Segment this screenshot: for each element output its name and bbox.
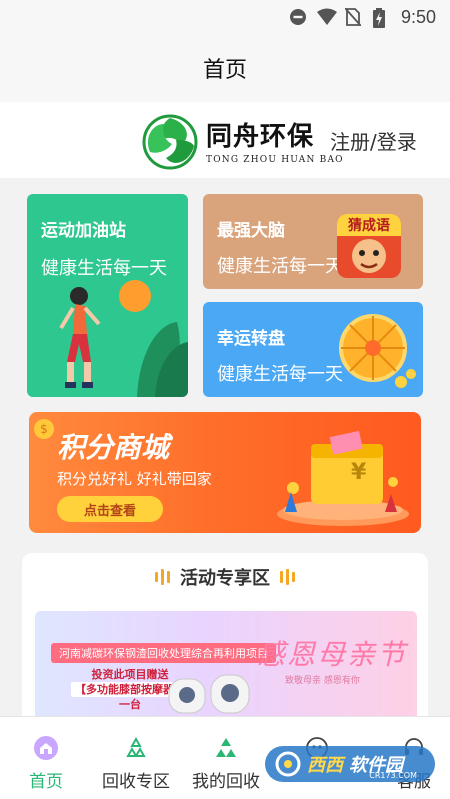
card-subtitle: 健康生活每一天	[217, 364, 343, 385]
clock: 9:50	[400, 6, 436, 27]
card-lucky-wheel[interactable]: 幸运转盘 健康生活每一天	[203, 302, 423, 397]
wallet-illustration-icon	[277, 430, 409, 526]
tab-my-recycle[interactable]: 我的回收	[186, 717, 266, 799]
card-title: 最强大脑	[217, 221, 285, 241]
brand-bar: 同舟环保 TONG ZHOU HUAN BAO 注册/登录	[0, 102, 450, 178]
brand-name-en: TONG ZHOU HUAN BAO	[206, 155, 344, 165]
idiom-game-badge: 猜成语	[337, 214, 401, 278]
currency-symbol: ¥	[351, 460, 367, 485]
brand-name-block: 同舟环保 TONG ZHOU HUAN BAO	[206, 116, 344, 165]
battery-charging-icon	[372, 8, 391, 28]
watermark-part-1: 西西	[307, 755, 343, 776]
svg-text:$: $	[40, 422, 48, 436]
recycle-filled-icon	[213, 735, 239, 761]
site-watermark: 西西 软件园 CR173.COM	[265, 746, 435, 782]
tab-recycle-zone[interactable]: 回收专区	[96, 717, 176, 799]
festival-title: 感恩母亲节	[257, 638, 408, 671]
login-register-link[interactable]: 注册/登录	[330, 126, 417, 155]
card-brain-challenge[interactable]: 最强大脑 健康生活每一天 猜成语	[203, 194, 423, 289]
brand-name: 同舟环保	[206, 122, 315, 152]
section-title: 活动专享区	[180, 568, 270, 589]
tab-label: 我的回收	[192, 772, 260, 792]
no-sim-icon	[344, 7, 363, 27]
decor-bars-right-icon	[280, 569, 295, 585]
lucky-wheel-icon	[339, 314, 416, 388]
brand-logo-icon	[142, 114, 198, 170]
activity-section: 活动专享区 河南减碳环保钢渣回收处理综合再利用项目 投资此项目赠送 【多功能膝部…	[22, 553, 428, 716]
banner-subtitle: 积分兑好礼 好礼带回家	[57, 470, 212, 488]
card-title: 幸运转盘	[217, 329, 285, 349]
card-sport-station[interactable]: 运动加油站 健康生活每一天	[27, 194, 188, 397]
tab-label: 首页	[29, 772, 63, 792]
points-mall-banner[interactable]: $ 积分商城 积分兑好礼 好礼带回家 点击查看 ¥	[29, 412, 421, 533]
watermark-url: CR173.COM	[369, 771, 417, 780]
page-title: 首页	[202, 58, 247, 83]
mothers-day-promo-banner[interactable]: 河南减碳环保钢渣回收处理综合再利用项目 投资此项目赠送 【多功能膝部按摩器】 一…	[35, 611, 417, 716]
view-mall-button[interactable]: 点击查看	[57, 496, 163, 522]
runner-illustration-icon	[59, 280, 188, 397]
decor-bars-left-icon	[155, 569, 170, 585]
home-content: 运动加油站 健康生活每一天 最强大脑 健康生活每一天 猜成语 幸运转盘 健康生活…	[0, 178, 450, 716]
tab-label: 回收专区	[102, 772, 170, 792]
section-header: 活动专享区	[22, 553, 428, 601]
home-icon	[33, 735, 59, 761]
app-header: 首页	[0, 34, 450, 102]
card-subtitle: 健康生活每一天	[217, 256, 343, 277]
monkey-face-icon	[352, 239, 386, 273]
knee-massager-icon	[168, 674, 250, 714]
banner-title: 积分商城	[57, 431, 170, 464]
tab-home[interactable]: 首页	[20, 717, 72, 799]
recycle-icon	[123, 735, 149, 761]
watermark-logo-icon	[275, 751, 301, 777]
wifi-icon	[316, 8, 337, 26]
festival-subtitle: 致敬母亲 感恩有你	[285, 676, 360, 686]
status-bar: 9:50	[0, 0, 450, 34]
coin-icon: $	[34, 419, 54, 439]
do-not-disturb-icon	[289, 8, 307, 26]
